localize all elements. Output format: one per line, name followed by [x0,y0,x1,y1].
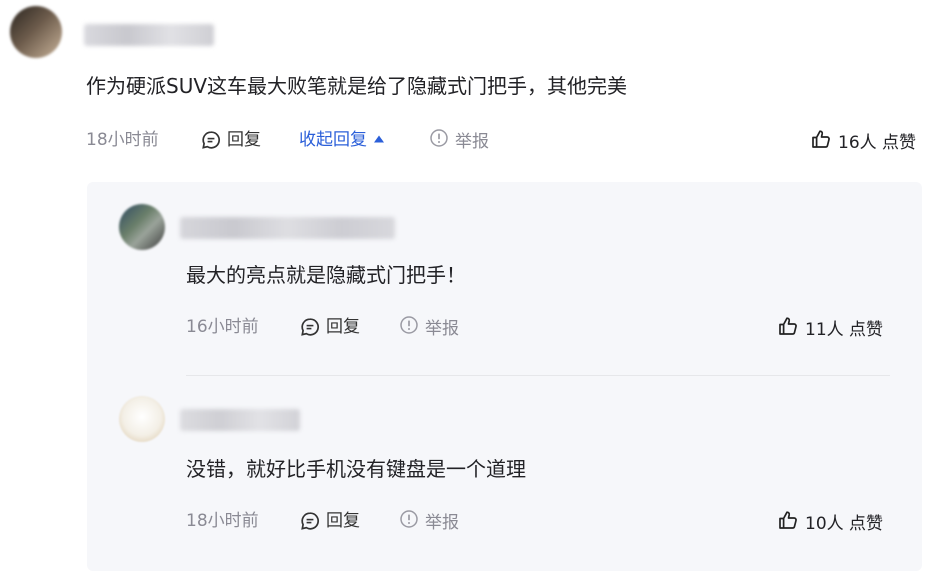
likes-count: 16人 点赞 [838,132,917,153]
report-label: 举报 [455,131,489,152]
info-circle-icon [399,315,419,342]
chat-bubble-icon [300,317,320,337]
reply-2-like-button[interactable]: 10人 点赞 [777,509,883,538]
comment-text: 作为硬派SUV这车最大败笔就是给了隐藏式门把手，其他完美 [86,74,628,98]
info-circle-icon [399,509,419,536]
collapse-label: 收起回复 [299,130,367,150]
report-label: 举报 [425,318,459,339]
collapse-replies-button[interactable]: 收起回复 [299,128,385,152]
commenter-avatar[interactable] [10,6,62,58]
chat-bubble-icon [300,511,320,531]
reply-2-reply-button[interactable]: 回复 [300,509,360,533]
info-circle-icon [429,128,449,155]
reply-divider [186,375,890,376]
like-button[interactable]: 16人 点赞 [810,128,916,157]
report-button[interactable]: 举报 [429,128,489,155]
report-label: 举报 [425,512,459,533]
reply-button[interactable]: 回复 [201,128,261,152]
caret-up-icon [373,128,385,152]
chat-bubble-icon [201,130,221,150]
reply-label: 回复 [326,317,360,337]
likes-count: 11人 点赞 [805,319,884,340]
comment-timestamp: 18小时前 [86,130,159,150]
commenter-name[interactable] [84,24,214,46]
reply-1-timestamp: 16小时前 [186,317,259,337]
reply-label: 回复 [326,511,360,531]
reply-1-reply-button[interactable]: 回复 [300,315,360,339]
reply-1-avatar[interactable] [119,204,165,250]
reply-2-timestamp: 18小时前 [186,511,259,531]
thumbs-up-icon [777,509,799,538]
thumbs-up-icon [810,128,832,157]
likes-count: 10人 点赞 [805,513,884,534]
reply-1-text: 最大的亮点就是隐藏式门把手！ [186,263,466,287]
reply-1-like-button[interactable]: 11人 点赞 [777,315,883,344]
reply-2-name[interactable] [180,409,300,431]
reply-2-avatar[interactable] [119,396,165,442]
reply-2-report-button[interactable]: 举报 [399,509,459,536]
reply-label: 回复 [227,130,261,150]
reply-2-text: 没错，就好比手机没有键盘是一个道理 [186,457,526,481]
thumbs-up-icon [777,315,799,344]
reply-1-report-button[interactable]: 举报 [399,315,459,342]
reply-1-name[interactable] [180,217,395,239]
